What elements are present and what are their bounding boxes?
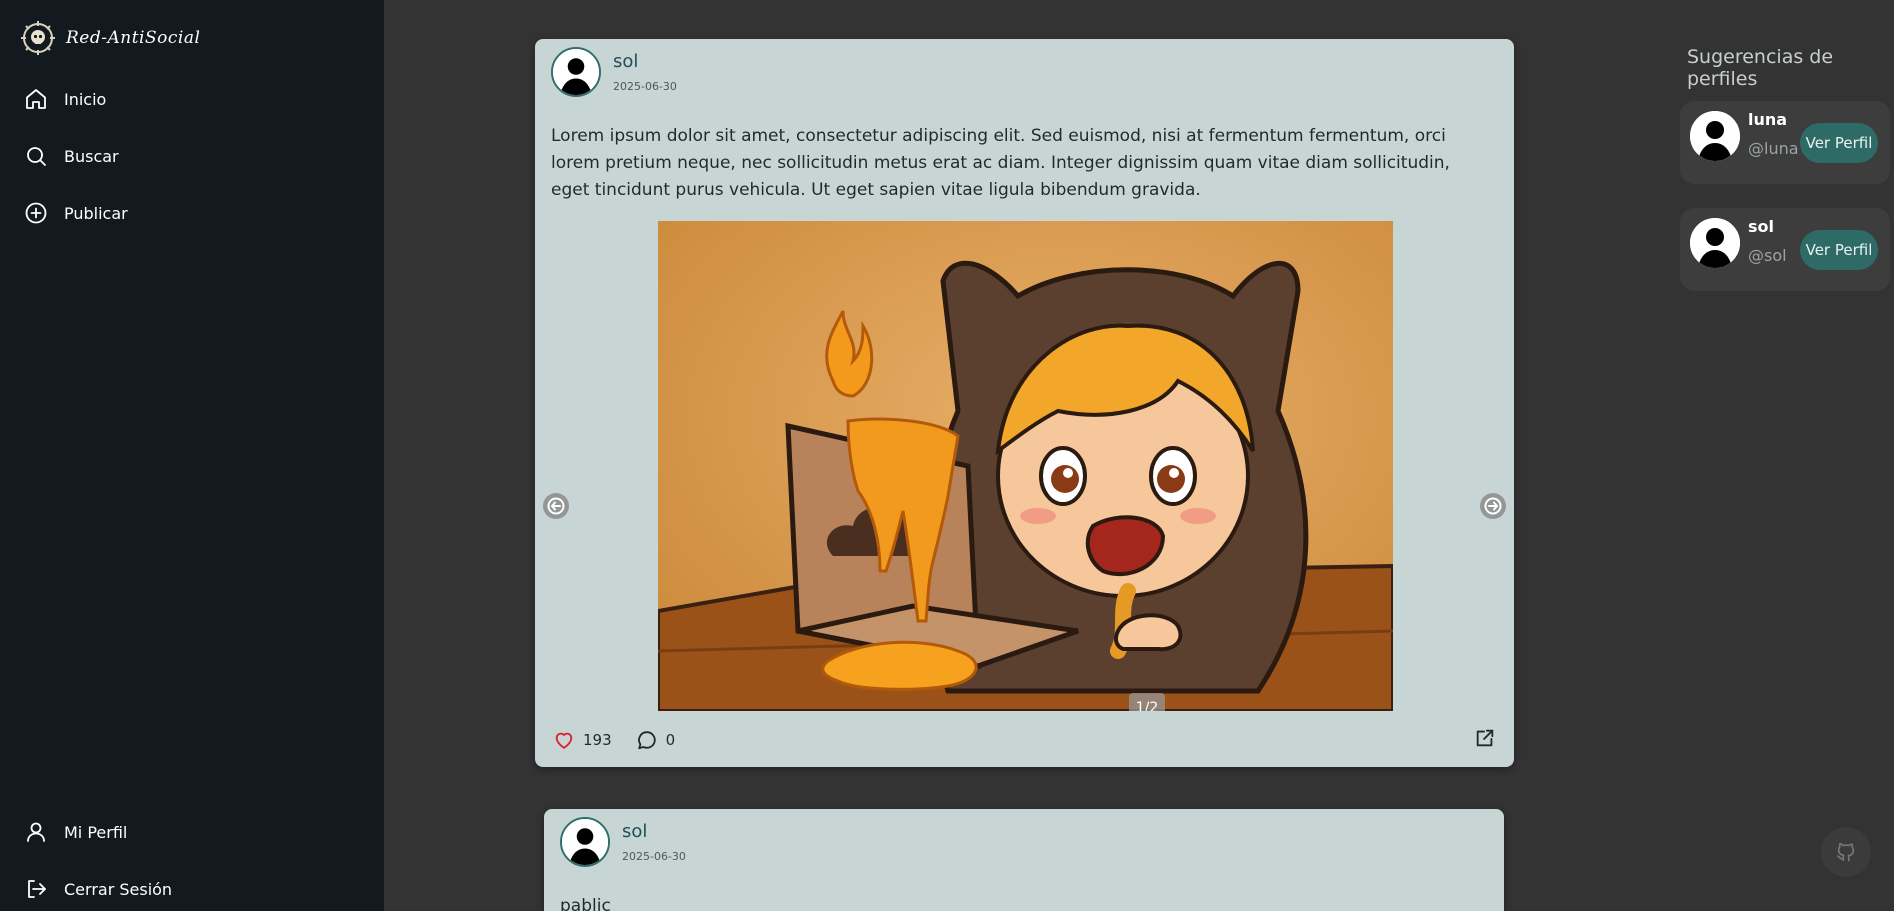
nav-label: Inicio: [64, 89, 107, 109]
suggestion-card: luna @luna Ver Perfil: [1680, 101, 1890, 184]
share-external-icon: [1476, 729, 1494, 747]
post-header: sol 2025-06-30: [560, 817, 686, 867]
github-button[interactable]: [1821, 827, 1871, 877]
post-actions: 193 0: [553, 726, 1496, 754]
illustration-image: [658, 221, 1393, 711]
comment-icon: [637, 731, 656, 750]
like-button[interactable]: 193: [553, 729, 612, 751]
heart-icon: [555, 732, 573, 749]
nav-label: Cerrar Sesión: [64, 879, 173, 899]
comment-button[interactable]: 0: [636, 729, 676, 751]
prev-image-button[interactable]: [543, 493, 569, 519]
view-profile-button[interactable]: Ver Perfil: [1800, 123, 1878, 163]
post-text: pablic: [560, 896, 611, 911]
suggestion-name: sol: [1748, 217, 1774, 236]
image-counter: 1/2: [1129, 693, 1165, 711]
nav-item-inicio[interactable]: Inicio: [24, 87, 106, 111]
comment-count: 0: [665, 731, 676, 749]
nav-label: Buscar: [64, 146, 119, 166]
logout-icon: [28, 880, 46, 898]
nav-item-mi-perfil[interactable]: Mi Perfil: [24, 820, 127, 844]
post-card: sol 2025-06-30 Lorem ipsum dolor sit ame…: [535, 39, 1514, 767]
post-date: 2025-06-30: [622, 850, 686, 863]
next-image-button[interactable]: [1480, 493, 1506, 519]
brand-name: Red-AntiSocial: [66, 28, 201, 48]
nav-label: Mi Perfil: [64, 822, 128, 842]
arrow-right-icon: [1484, 497, 1502, 515]
suggestion-handle: @luna: [1748, 139, 1799, 158]
suggestion-handle: @sol: [1748, 246, 1787, 265]
home-icon: [26, 89, 46, 109]
suggestion-name: luna: [1748, 110, 1788, 129]
suggestions-title: Sugerencias de perfiles: [1687, 46, 1834, 90]
post-author[interactable]: sol: [613, 51, 677, 72]
post-card: sol 2025-06-30 pablic: [544, 809, 1504, 911]
post-header: sol 2025-06-30: [551, 47, 677, 97]
plus-circle-icon: [25, 202, 47, 224]
nav-item-buscar[interactable]: Buscar: [24, 144, 119, 168]
post-date: 2025-06-30: [613, 80, 677, 93]
nav-item-publicar[interactable]: Publicar: [24, 201, 128, 225]
avatar[interactable]: [560, 817, 610, 867]
post-text: Lorem ipsum dolor sit amet, consectetur …: [551, 126, 1450, 200]
user-icon: [27, 822, 45, 842]
avatar[interactable]: [551, 47, 601, 97]
view-profile-button[interactable]: Ver Perfil: [1800, 230, 1878, 270]
avatar[interactable]: [1690, 111, 1740, 161]
arrow-left-icon: [547, 497, 565, 515]
post-image[interactable]: 1/2: [658, 221, 1393, 711]
avatar[interactable]: [1690, 218, 1740, 268]
share-button[interactable]: [1474, 727, 1496, 753]
skull-wheel-logo: [21, 21, 55, 55]
like-count: 193: [583, 731, 612, 749]
nav-label: Publicar: [64, 203, 128, 223]
nav-item-cerrar-sesion[interactable]: Cerrar Sesión: [24, 877, 172, 901]
github-icon: [1836, 843, 1855, 862]
post-author[interactable]: sol: [622, 821, 686, 842]
brand[interactable]: Red-AntiSocial: [20, 20, 200, 56]
search-icon: [27, 147, 46, 166]
suggestion-card: sol @sol Ver Perfil: [1680, 208, 1890, 291]
sidebar: Red-AntiSocial Inicio Buscar Publicar Mi…: [0, 0, 384, 911]
